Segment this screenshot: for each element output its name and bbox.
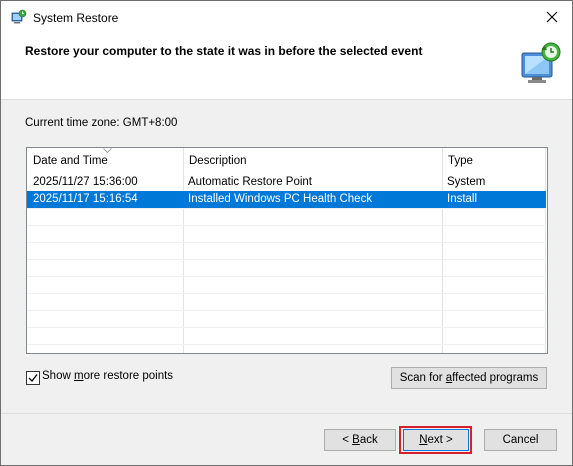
system-restore-window: System Restore Restore your computer to … [0, 0, 573, 466]
grid-line [27, 310, 546, 311]
button-text: ffected programs [452, 372, 539, 384]
grid-line [27, 293, 546, 294]
column-date-time[interactable]: Date and Time [27, 148, 183, 174]
grid-line [27, 276, 546, 277]
title-bar: System Restore [1, 1, 572, 35]
close-icon[interactable] [542, 7, 562, 27]
grid-line [27, 225, 546, 226]
button-text: ack [359, 434, 378, 446]
accelerator-key: N [419, 434, 428, 446]
header-panel: Restore your computer to the state it wa… [1, 35, 572, 100]
column-label: Type [448, 155, 473, 167]
table-row[interactable]: 2025/11/27 15:36:00 Automatic Restore Po… [27, 174, 546, 191]
grid-line [27, 327, 546, 328]
cell-description: Automatic Restore Point [188, 176, 313, 188]
button-text: ext > [427, 434, 453, 446]
accelerator-key: B [352, 434, 360, 446]
cell-description: Installed Windows PC Health Check [188, 193, 373, 205]
next-button[interactable]: Next > [403, 429, 469, 451]
timezone-label: Current time zone: GMT+8:00 [25, 117, 178, 129]
restore-points-list[interactable]: Date and Time Description Type 2025/11/2… [26, 147, 548, 354]
accelerator-key: m [73, 370, 84, 382]
cell-datetime: 2025/11/17 15:16:54 [33, 193, 138, 205]
scan-affected-programs-button[interactable]: Scan for affected programs [391, 367, 547, 389]
button-text: Scan for [399, 372, 446, 384]
label-text: ore restore points [83, 370, 174, 382]
show-more-checkbox[interactable] [26, 371, 40, 385]
system-restore-app-icon [11, 9, 27, 24]
grid-line [27, 344, 546, 345]
page-headline: Restore your computer to the state it wa… [25, 44, 423, 58]
column-description[interactable]: Description [183, 148, 442, 174]
window-title: System Restore [33, 11, 119, 25]
checkmark-icon [28, 374, 38, 382]
column-label: Date and Time [33, 155, 108, 167]
label-text: Show [42, 370, 74, 382]
sort-arrow-icon [103, 148, 112, 153]
column-label: Description [189, 155, 247, 167]
system-restore-monitor-icon [521, 42, 561, 83]
grid-line [27, 242, 546, 243]
cell-type: Install [447, 193, 478, 205]
cell-datetime: 2025/11/27 15:36:00 [33, 176, 138, 188]
cell-type: System [447, 176, 486, 188]
grid-line [27, 208, 546, 209]
button-text: < [342, 434, 353, 446]
grid-line [27, 259, 546, 260]
cancel-button[interactable]: Cancel [484, 429, 557, 451]
footer-divider [1, 413, 572, 414]
column-type[interactable]: Type [442, 148, 546, 174]
table-row-selected[interactable]: 2025/11/17 15:16:54 Installed Windows PC… [27, 191, 546, 208]
back-button[interactable]: < Back [324, 429, 396, 451]
show-more-label[interactable]: Show more restore points [42, 370, 173, 382]
